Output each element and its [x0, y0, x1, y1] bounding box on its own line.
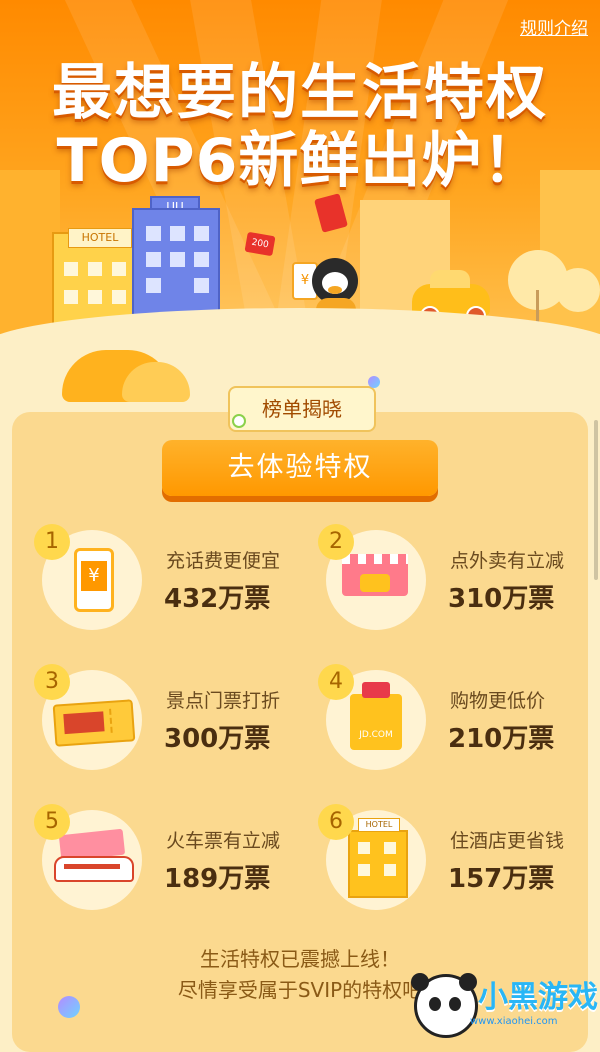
ranking-item-6[interactable]: HOTEL 6 住酒店更省钱 157万票 [298, 802, 586, 922]
footer-text-line-1: 生活特权已震撼上线！ [200, 947, 400, 971]
ranking-reveal-badge: 榜单揭晓 [228, 386, 376, 432]
shopping-bag-icon: JD.COM [350, 682, 402, 750]
phone-recharge-icon: ¥ [74, 548, 114, 612]
privilege-label: 火车票有立减 [166, 830, 281, 852]
hotel-sign: HOTEL [68, 228, 132, 248]
vote-count: 432万票 [164, 584, 271, 614]
watermark-url: www.xiaohei.com [470, 1016, 558, 1027]
vote-count: 189万票 [164, 864, 271, 894]
watermark-logo-text: 小黑游戏 [478, 980, 598, 1015]
hotel-icon-sign: HOTEL [358, 818, 400, 832]
scrollbar[interactable] [594, 420, 598, 580]
ranking-item-3[interactable]: 3 景点门票打折 300万票 [14, 662, 302, 782]
ranking-item-5[interactable]: 5 火车票有立减 189万票 [14, 802, 302, 922]
rank-number: 5 [34, 804, 70, 840]
train-icon [54, 828, 134, 882]
headline-line-2: TOP6新鲜出炉！ [56, 126, 544, 196]
privilege-label: 点外卖有立减 [450, 550, 565, 572]
rules-link[interactable]: 规则介绍 [520, 14, 588, 39]
rank-number: 3 [34, 664, 70, 700]
hotel-icon: HOTEL [348, 818, 408, 898]
privilege-label: 购物更低价 [450, 690, 546, 712]
bag-brand-text: JD.COM [359, 730, 393, 740]
rank-number: 2 [318, 524, 354, 560]
vote-count: 157万票 [448, 864, 555, 894]
vote-count: 300万票 [164, 724, 271, 754]
privilege-label: 充话费更便宜 [166, 550, 281, 572]
hero-banner: HOTEL UU 200 ¥ 规则介绍 最想要的生活特权 TOP6新鲜出炉！ [0, 0, 600, 340]
ranking-item-2[interactable]: 2 点外卖有立减 310万票 [298, 522, 586, 642]
takeout-scooter-icon [342, 554, 408, 596]
vote-count: 310万票 [448, 584, 555, 614]
vote-count: 210万票 [448, 724, 555, 754]
rank-number: 4 [318, 664, 354, 700]
decor-dot [368, 376, 380, 388]
privilege-label: 住酒店更省钱 [450, 830, 565, 852]
privilege-label: 景点门票打折 [166, 690, 281, 712]
panda-logo-icon [411, 973, 478, 1038]
rank-number: 6 [318, 804, 354, 840]
ranking-item-4[interactable]: JD.COM 4 购物更低价 210万票 [298, 662, 586, 782]
rank-number: 1 [34, 524, 70, 560]
try-privilege-button[interactable]: 去体验特权 [162, 440, 438, 496]
decor-dot [58, 996, 80, 1018]
tree-illustration [556, 268, 600, 312]
decor-dot [232, 414, 246, 428]
ticket-icon [52, 699, 136, 747]
ranking-item-1[interactable]: ¥ 1 充话费更便宜 432万票 [14, 522, 302, 642]
